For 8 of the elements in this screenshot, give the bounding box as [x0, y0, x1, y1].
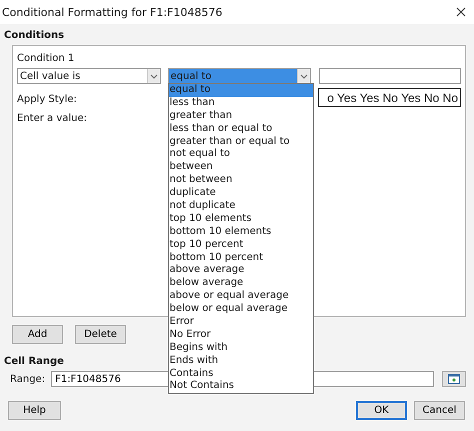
section-heading: Conditions — [3, 29, 66, 43]
window-title: Conditional Formatting for F1:F1048576 — [2, 6, 222, 18]
section-heading: Cell Range — [3, 355, 65, 369]
range-label: Range: — [10, 374, 46, 384]
apply-style-label: Apply Style: — [17, 94, 78, 105]
enter-value-label: Enter a value: — [17, 113, 88, 124]
condition-title: Condition 1 — [17, 53, 76, 64]
style-preview: o Yes Yes No Yes No No — [318, 88, 461, 107]
